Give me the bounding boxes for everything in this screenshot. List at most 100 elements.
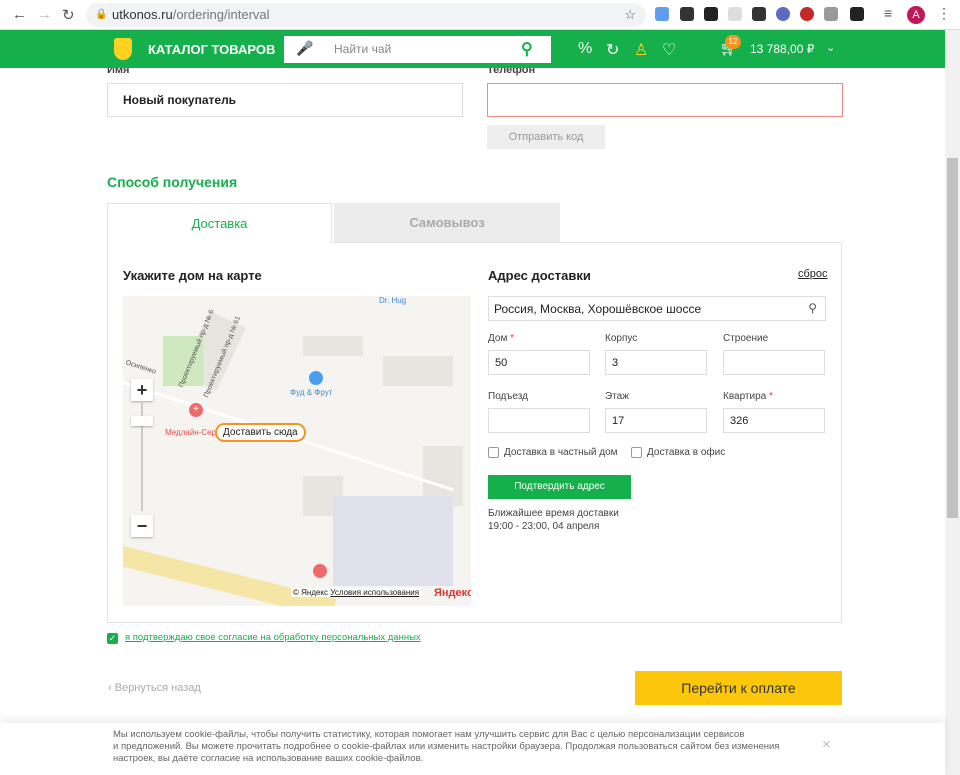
logo[interactable] bbox=[114, 38, 132, 60]
map-title: Укажите дом на карте bbox=[123, 268, 262, 283]
field-label-text: Квартира bbox=[723, 391, 767, 402]
office-checkbox[interactable]: Доставка в офис bbox=[631, 447, 725, 458]
close-icon[interactable]: × bbox=[822, 737, 831, 752]
confirm-address-button[interactable]: Подтвердить адрес bbox=[488, 475, 631, 499]
poi-label[interactable]: Медлайн-Сер bbox=[165, 428, 216, 437]
extension-icon[interactable] bbox=[680, 7, 694, 21]
field-label: Этаж bbox=[605, 391, 629, 402]
map-copyright: © Яндекс bbox=[293, 588, 329, 597]
cart-count-badge: 12 bbox=[725, 35, 741, 49]
field-input[interactable]: 17 bbox=[605, 408, 707, 433]
field-input[interactable]: 50 bbox=[488, 350, 590, 375]
search-icon[interactable]: ⚲ bbox=[521, 39, 533, 59]
scrollbar-thumb[interactable] bbox=[947, 158, 958, 518]
menu-icon[interactable]: ⋮ bbox=[937, 5, 951, 22]
phone-label: Телефон bbox=[487, 68, 536, 76]
field-label-text: Корпус bbox=[605, 333, 638, 344]
address-input[interactable]: Россия, Москва, Хорошёвское шоссе ⚲ bbox=[488, 296, 826, 321]
field-input[interactable]: 326 bbox=[723, 408, 825, 433]
extension-icon[interactable] bbox=[704, 7, 718, 21]
consent-link[interactable]: я подтверждаю свое согласие на обработку… bbox=[125, 632, 421, 643]
field-value: 326 bbox=[730, 414, 749, 427]
extension-icon[interactable] bbox=[776, 7, 790, 21]
extension-icon[interactable] bbox=[728, 7, 742, 21]
back-label: Вернуться назад bbox=[114, 682, 201, 694]
medical-icon[interactable]: + bbox=[189, 403, 203, 417]
tab-delivery[interactable]: Доставка bbox=[107, 203, 332, 243]
cart-total[interactable]: 13 788,00 ₽ bbox=[750, 42, 814, 56]
send-code-button[interactable]: Отправить код bbox=[487, 125, 605, 149]
basket-icon[interactable] bbox=[309, 371, 323, 385]
address-value: Россия, Москва, Хорошёвское шоссе bbox=[494, 301, 702, 316]
nearest-delivery-time: 19:00 - 23:00, 04 апреля bbox=[488, 521, 600, 532]
map-pin-label[interactable]: Доставить сюда bbox=[215, 423, 306, 442]
poi-label[interactable]: Dr. Hug bbox=[379, 296, 406, 305]
phone-field[interactable] bbox=[487, 83, 843, 117]
field-label-text: Дом bbox=[488, 333, 508, 344]
extension-icon[interactable] bbox=[655, 7, 669, 21]
name-field[interactable]: Новый покупатель bbox=[107, 83, 463, 117]
reload-icon[interactable]: ↻ bbox=[62, 6, 75, 24]
chevron-left-icon: ‹ bbox=[108, 682, 115, 694]
field-label: Строение bbox=[723, 333, 768, 344]
zoom-out-button[interactable]: − bbox=[131, 515, 153, 537]
checkbox[interactable] bbox=[488, 447, 499, 458]
name-value: Новый покупатель bbox=[123, 93, 237, 107]
field-input[interactable] bbox=[488, 408, 590, 433]
tab-pickup[interactable]: Самовывоз bbox=[334, 203, 560, 243]
address-bar[interactable]: 🔒 utkonos.ru/ordering/interval ☆ bbox=[86, 3, 646, 27]
consent-checkbox[interactable]: ✓ bbox=[107, 633, 118, 644]
lock-icon: 🔒 bbox=[95, 9, 108, 20]
user-icon[interactable]: ♙ bbox=[634, 40, 648, 60]
field-label-text: Подъезд bbox=[488, 391, 528, 402]
reorder-icon[interactable]: ↻ bbox=[606, 40, 619, 60]
back-icon[interactable]: ← bbox=[12, 6, 27, 23]
nearest-delivery-label: Ближайшее время доставки bbox=[488, 508, 619, 519]
map[interactable]: Dr. Hug Фуд & Фрут + Медлайн-Сер Проекти… bbox=[123, 296, 471, 606]
field-input[interactable]: 3 bbox=[605, 350, 707, 375]
pay-button[interactable]: Перейти к оплате bbox=[635, 671, 842, 705]
extension-icon[interactable] bbox=[850, 7, 864, 21]
forward-icon[interactable]: → bbox=[37, 6, 52, 23]
checkbox-label: Доставка в частный дом bbox=[504, 447, 618, 459]
yandex-logo: Яндекс bbox=[434, 587, 471, 599]
private-house-checkbox[interactable]: Доставка в частный дом bbox=[488, 447, 618, 458]
map-terms-link[interactable]: Условия использования bbox=[330, 588, 419, 597]
zoom-slider-handle[interactable] bbox=[131, 416, 153, 426]
checkbox-label: Доставка в офис bbox=[647, 447, 726, 459]
url-host: utkonos.ru bbox=[112, 7, 173, 22]
dental-icon[interactable] bbox=[313, 564, 327, 578]
star-icon[interactable]: ☆ bbox=[624, 3, 636, 27]
reset-link[interactable]: сброс bbox=[798, 268, 828, 280]
field-label-text: Этаж bbox=[605, 391, 629, 402]
avatar[interactable]: A bbox=[907, 6, 925, 24]
poi-label[interactable]: Фуд & Фрут bbox=[290, 388, 332, 397]
media-icon[interactable]: ≡ bbox=[884, 5, 892, 21]
chevron-down-icon[interactable]: ⌄ bbox=[826, 41, 835, 54]
cookie-text: настроек, вы даёте согласие на использов… bbox=[113, 753, 424, 764]
heart-icon[interactable]: ♡ bbox=[662, 40, 676, 60]
extension-icon[interactable] bbox=[752, 7, 766, 21]
search-icon[interactable]: ⚲ bbox=[808, 301, 817, 315]
microphone-icon[interactable]: 🎤 bbox=[296, 40, 313, 57]
cookie-text: Мы используем cookie-файлы, чтобы получи… bbox=[113, 729, 745, 740]
cookie-banner: Мы используем cookie-файлы, чтобы получи… bbox=[0, 723, 945, 775]
search-input[interactable]: 🎤 Найти чай ⚲ bbox=[284, 36, 551, 63]
field-label-text: Строение bbox=[723, 333, 769, 344]
back-link[interactable]: ‹ Вернуться назад bbox=[108, 682, 201, 694]
street-label: Осипенко bbox=[124, 359, 157, 376]
catalog-link[interactable]: КАТАЛОГ ТОВАРОВ bbox=[148, 42, 275, 57]
field-label: Корпус bbox=[605, 333, 637, 344]
field-label: Дом * bbox=[488, 333, 514, 344]
field-value: 3 bbox=[612, 356, 619, 369]
adblock-icon[interactable] bbox=[800, 7, 814, 21]
percent-icon[interactable]: % bbox=[578, 40, 592, 58]
camera-icon[interactable] bbox=[824, 7, 838, 21]
field-input[interactable] bbox=[723, 350, 825, 375]
section-title: Способ получения bbox=[107, 174, 238, 190]
search-placeholder: Найти чай bbox=[334, 42, 392, 56]
url-path: /ordering/interval bbox=[172, 7, 270, 22]
cookie-text: и предложений. Вы можете прочитать подро… bbox=[113, 741, 780, 752]
checkbox[interactable] bbox=[631, 447, 642, 458]
zoom-in-button[interactable]: + bbox=[131, 379, 153, 401]
